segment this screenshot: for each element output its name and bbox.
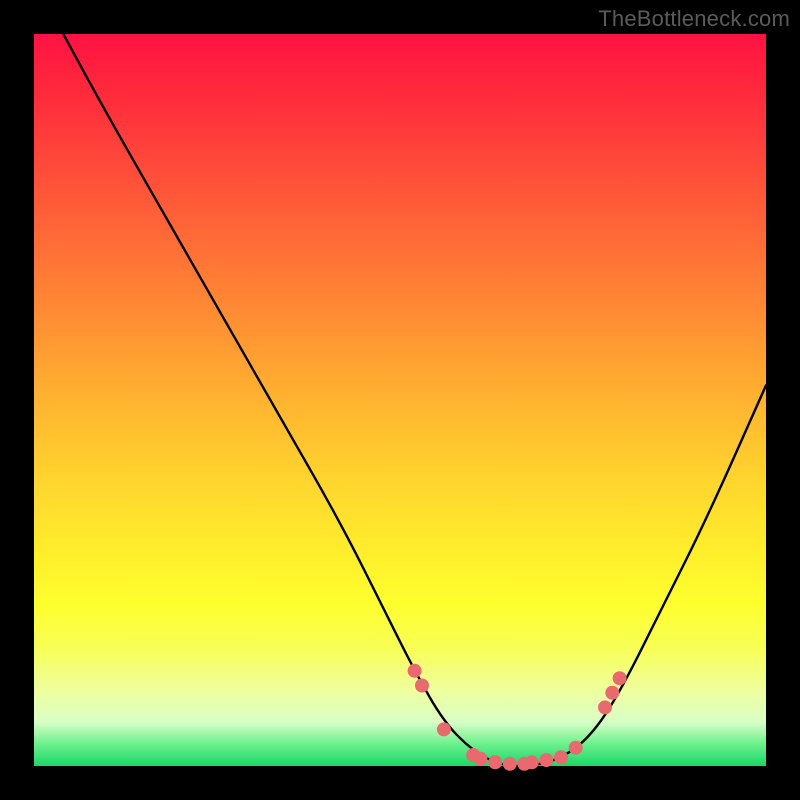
- marker-dot: [437, 722, 451, 736]
- marker-dot: [525, 755, 539, 769]
- watermark-text: TheBottleneck.com: [598, 6, 790, 32]
- chart-svg: [34, 34, 766, 766]
- marker-dot: [539, 753, 553, 767]
- marker-dot: [554, 750, 568, 764]
- marker-dot: [488, 755, 502, 769]
- marker-dots: [408, 664, 627, 771]
- marker-dot: [408, 664, 422, 678]
- curve-layer: [63, 34, 766, 766]
- marker-dot: [598, 700, 612, 714]
- marker-dot: [569, 741, 583, 755]
- bottleneck-curve: [63, 34, 766, 766]
- marker-dot: [605, 686, 619, 700]
- marker-dot: [415, 679, 429, 693]
- outer-frame: TheBottleneck.com: [0, 0, 800, 800]
- marker-dot: [503, 757, 517, 771]
- marker-dot: [613, 671, 627, 685]
- marker-dot: [474, 752, 488, 766]
